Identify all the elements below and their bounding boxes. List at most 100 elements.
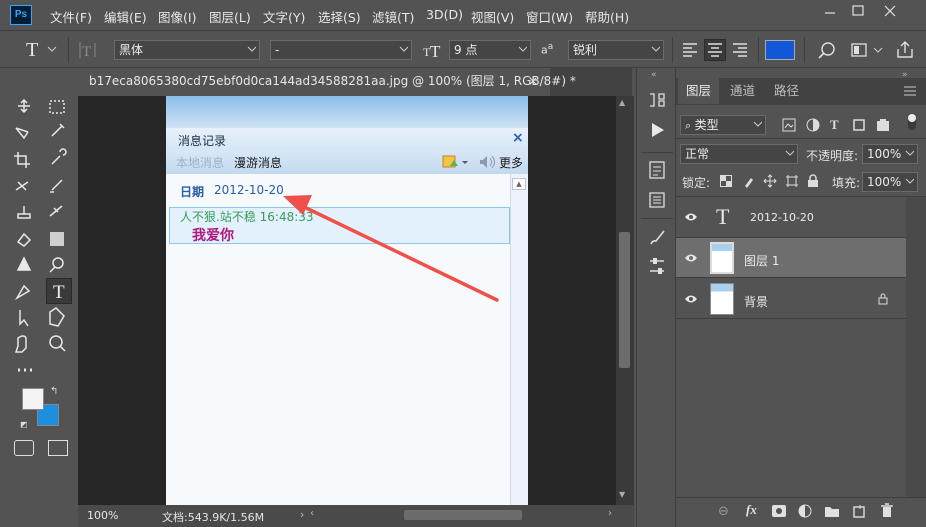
menu-3d[interactable]: 3D(D) (426, 7, 463, 22)
filter-kind-select[interactable]: ⌕ 类型 (680, 115, 766, 135)
layer-style-icon[interactable]: fx (746, 502, 757, 518)
h-scroll-left-icon[interactable]: ‹ (310, 508, 314, 519)
foreground-color-front (22, 388, 44, 410)
toggle-text-orientation-icon[interactable]: T (78, 40, 100, 60)
lock-all-icon[interactable] (807, 174, 819, 188)
fill-value: 100% (867, 175, 902, 189)
paragraph-panel-icon[interactable] (647, 256, 667, 276)
canvas-vertical-scrollbar[interactable]: ▲ ▼ (616, 96, 634, 506)
screen-mode-icon[interactable] (48, 440, 68, 456)
layer-row-background[interactable]: 背景 (676, 279, 906, 319)
blend-mode-select[interactable]: 正常 (680, 144, 798, 164)
horizontal-scroll-thumb[interactable] (404, 510, 522, 520)
options-bar: T T 黑体 - TT 9 点 aa 锐利 (0, 30, 926, 68)
type-tool-icon[interactable]: T (46, 278, 72, 304)
qq-close-icon: × (512, 130, 524, 146)
restore-button[interactable] (844, 2, 872, 20)
qq-message-history-image: 消息记录 × 本地消息 漫游消息 更多 日期 2012-10-20 人不狠.站不… (166, 96, 528, 505)
close-tab-icon[interactable]: × (528, 68, 538, 94)
play-action-icon[interactable] (647, 120, 667, 140)
type-tool-preset-icon[interactable]: T (24, 39, 58, 59)
eye-icon[interactable] (684, 252, 698, 264)
chevron-down-icon (518, 46, 527, 52)
swap-colors-icon[interactable]: ↰ (50, 386, 58, 397)
filter-smart-object-icon[interactable] (876, 118, 890, 132)
layer-row-image-selected[interactable]: 图层 1 (676, 238, 906, 278)
adjustment-layer-icon[interactable] (798, 504, 812, 518)
menu-view[interactable]: 视图(V) (471, 7, 514, 26)
menu-edit[interactable]: 编辑(E) (104, 7, 147, 26)
panel-menu-icon[interactable] (904, 86, 916, 96)
adjustments-icon[interactable] (647, 190, 667, 210)
link-layers-icon[interactable]: ⊖ (718, 504, 729, 519)
menu-help[interactable]: 帮助(H) (585, 7, 629, 26)
filter-type-icon[interactable]: T (830, 117, 839, 133)
layer-name[interactable]: 2012-10-20 (750, 211, 814, 224)
align-center-icon[interactable] (704, 39, 726, 61)
layer-name[interactable]: 背景 (744, 293, 768, 310)
antialias-value: 锐利 (573, 43, 598, 57)
qq-more-label: 更多 (499, 156, 524, 170)
layer-thumbnail (710, 242, 734, 274)
menu-select[interactable]: 选择(S) (318, 7, 361, 26)
document-tab[interactable]: b17eca8065380cd75ebf0d0ca144ad34588281aa… (80, 68, 576, 96)
filter-pixel-icon[interactable] (782, 118, 796, 132)
font-family-select[interactable]: 黑体 (114, 40, 260, 60)
scroll-thumb[interactable] (619, 232, 630, 368)
align-left-icon[interactable] (680, 39, 700, 61)
lock-pixels-icon[interactable] (742, 174, 756, 188)
svg-text:T: T (82, 44, 91, 60)
expand-panels-icon[interactable]: « (651, 70, 657, 80)
layer-row-text[interactable]: T 2012-10-20 (676, 198, 906, 238)
menu-layer[interactable]: 图层(L) (209, 7, 251, 26)
h-scroll-right-icon[interactable]: › (608, 508, 612, 519)
character-panel-icon[interactable] (850, 40, 884, 60)
tab-channels[interactable]: 通道 (722, 78, 763, 104)
quick-mask-icon[interactable] (14, 440, 34, 456)
properties-icon[interactable] (647, 160, 667, 180)
font-style-select[interactable]: - (270, 40, 412, 60)
status-menu-arrow-icon[interactable]: › (300, 508, 304, 521)
tab-layers[interactable]: 图层 (678, 78, 720, 104)
scroll-down-icon[interactable]: ▼ (619, 490, 625, 499)
history-icon[interactable] (647, 90, 667, 110)
close-window-button[interactable] (876, 2, 904, 20)
fill-input[interactable]: 100% (862, 172, 918, 192)
qq-scrollbar: ▲ (510, 174, 528, 505)
layer-name[interactable]: 图层 1 (744, 252, 779, 269)
chevron-down-icon (399, 46, 408, 52)
font-size-select[interactable]: 9 点 (449, 40, 531, 60)
zoom-level[interactable]: 100% (87, 509, 118, 522)
share-icon[interactable] (894, 39, 916, 61)
svg-text:T: T (430, 42, 441, 60)
tab-paths[interactable]: 路径 (766, 78, 807, 104)
antialias-select[interactable]: 锐利 (568, 40, 664, 60)
lock-position-icon[interactable] (763, 174, 777, 188)
delete-layer-icon[interactable] (880, 503, 894, 519)
warp-text-icon[interactable] (816, 40, 838, 60)
brush-settings-icon[interactable] (647, 228, 667, 248)
minimize-button[interactable] (816, 2, 844, 20)
menu-image[interactable]: 图像(I) (158, 7, 196, 26)
chevron-down-icon (905, 150, 914, 156)
text-color-swatch[interactable] (765, 40, 795, 60)
default-colors-icon[interactable]: ◩ (20, 420, 28, 429)
menu-filter[interactable]: 滤镜(T) (372, 7, 414, 26)
align-right-icon[interactable] (730, 39, 750, 61)
filter-shape-icon[interactable] (852, 118, 866, 132)
lock-transparent-icon[interactable] (720, 175, 732, 187)
eye-icon[interactable] (684, 211, 698, 223)
lock-artboard-icon[interactable] (785, 174, 799, 188)
new-group-icon[interactable] (824, 504, 840, 518)
new-layer-icon[interactable] (852, 504, 866, 518)
filter-adjustment-icon[interactable] (806, 118, 820, 132)
scroll-up-icon[interactable]: ▲ (619, 98, 625, 107)
menu-type[interactable]: 文字(Y) (263, 7, 305, 26)
opacity-input[interactable]: 100% (862, 144, 918, 164)
eye-icon[interactable] (684, 293, 698, 305)
chevron-down-icon (785, 150, 794, 156)
add-mask-icon[interactable] (772, 505, 786, 517)
filter-toggle[interactable] (908, 114, 916, 130)
menu-window[interactable]: 窗口(W) (526, 7, 573, 26)
menu-file[interactable]: 文件(F) (50, 7, 92, 26)
